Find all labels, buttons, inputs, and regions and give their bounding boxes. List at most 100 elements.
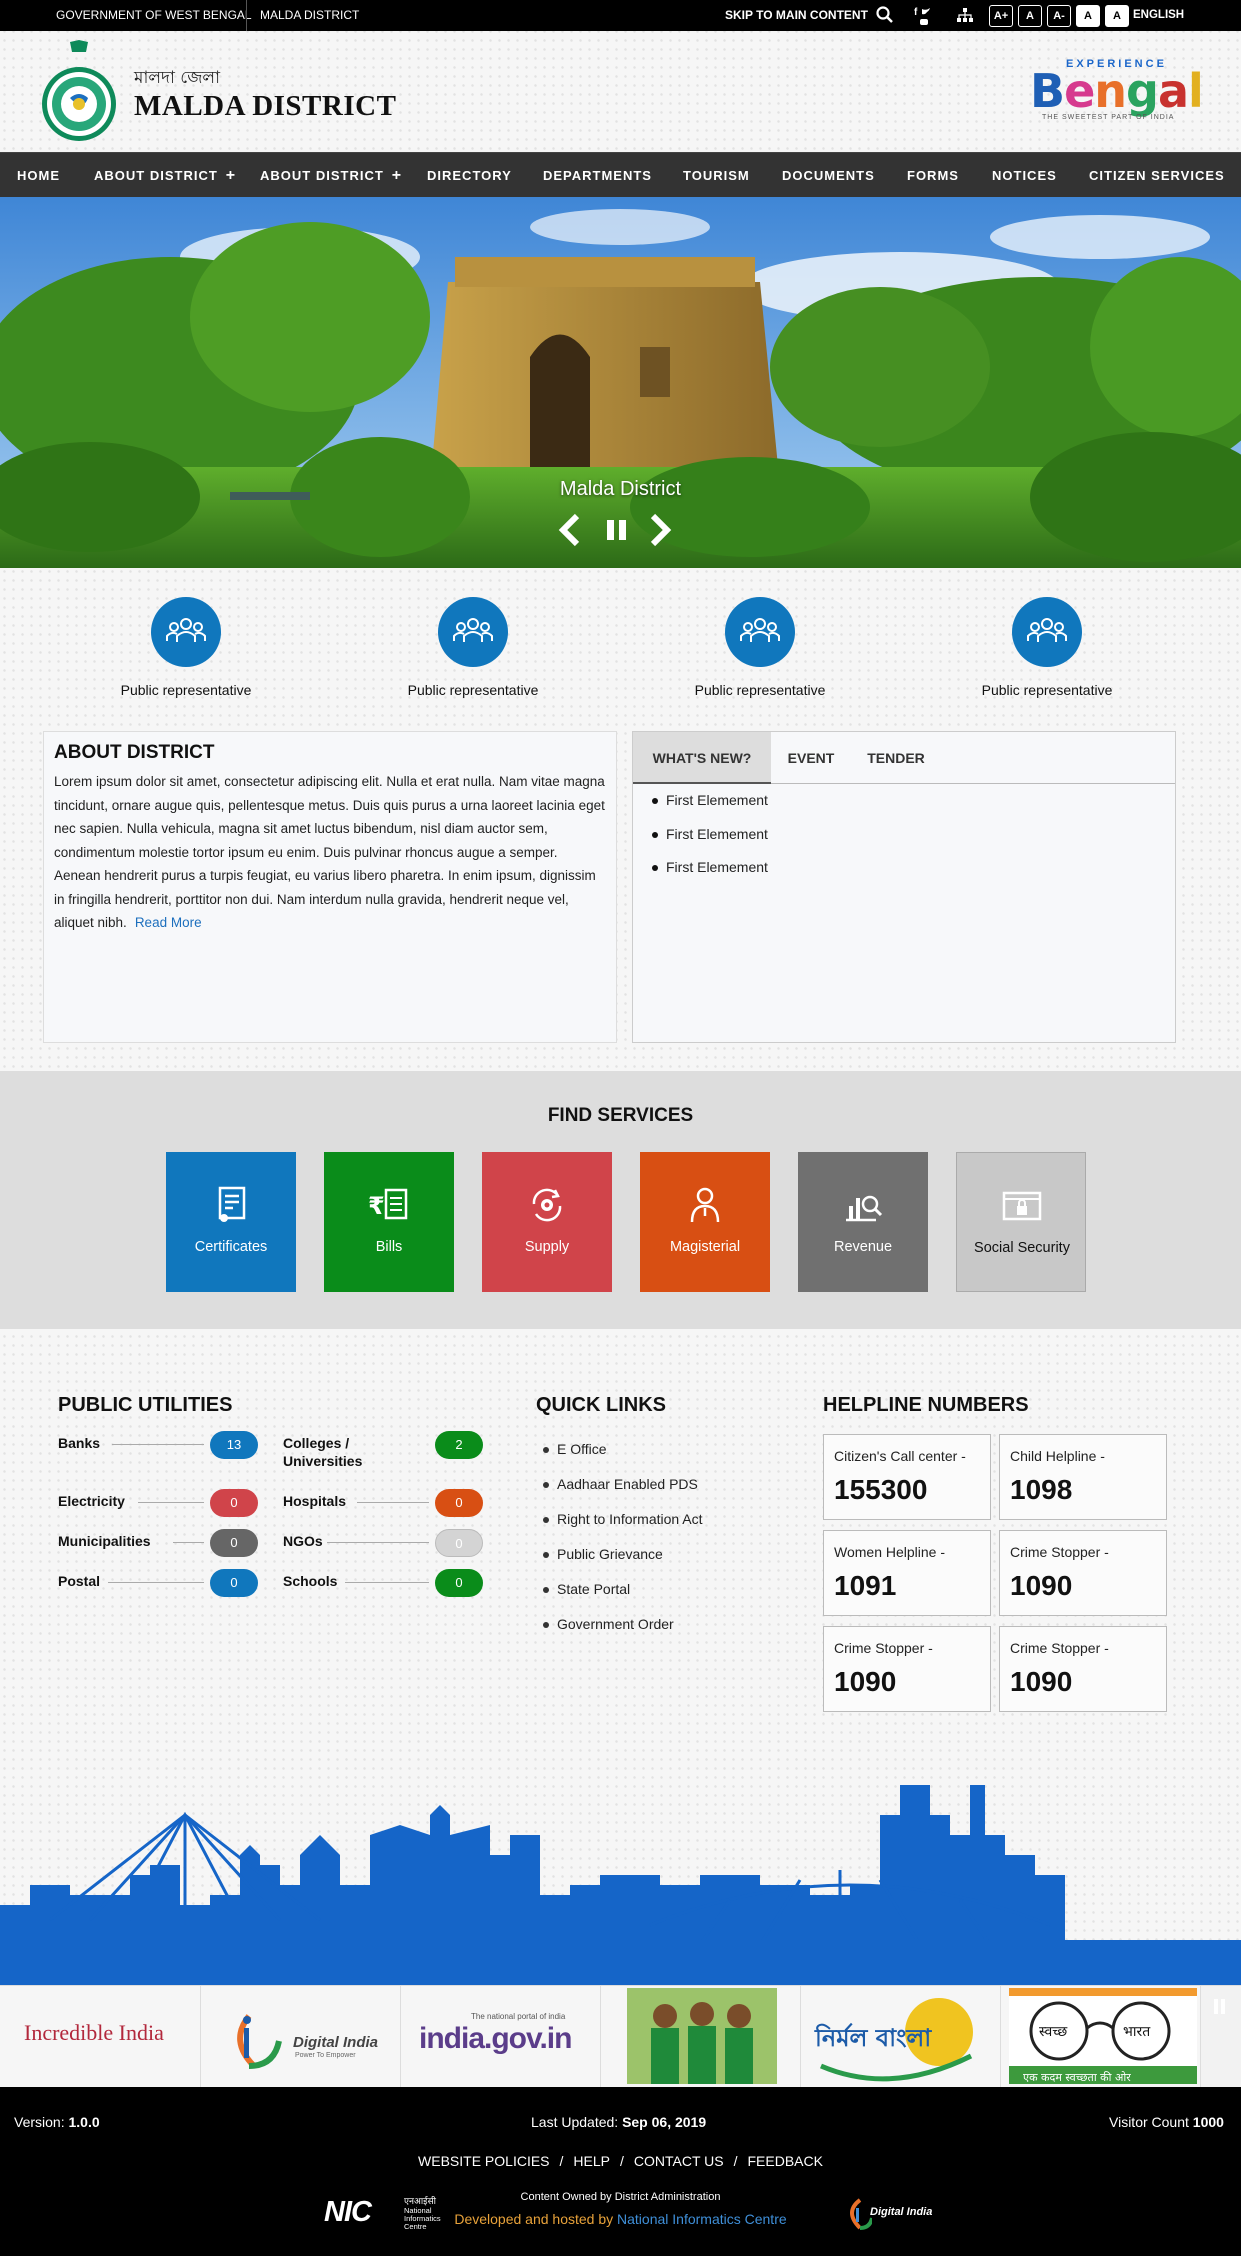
utility-row[interactable]: Colleges / Universities 2 [283,1431,483,1469]
service-magisterial[interactable]: Magisterial [640,1152,770,1292]
social-media-icon[interactable]: f [912,5,936,27]
nav-departments[interactable]: DEPARTMENTS [543,153,652,198]
news-panel: WHAT'S NEW? EVENT TENDER First Elemement… [632,731,1176,1043]
slider-next-icon[interactable] [645,512,675,548]
quick-link[interactable]: Right to Information Act [543,1511,703,1527]
footer-digital-india-logo[interactable]: Digital India [842,2194,934,2232]
nic-link[interactable]: National Informatics Centre [617,2211,787,2227]
quick-link[interactable]: Public Grievance [543,1546,663,1562]
logo-bengal-word: Bengal [1030,64,1204,118]
representative-card[interactable]: Public representative [660,597,860,698]
skip-to-content-link[interactable]: SKIP TO MAIN CONTENT [725,0,868,31]
slider-prev-icon[interactable] [555,512,585,548]
nic-logo[interactable]: NIC एनआईसी National Informatics Centre [324,2194,456,2232]
news-item[interactable]: First Elemement [652,859,768,893]
svg-text:₹: ₹ [368,1192,385,1220]
service-revenue[interactable]: Revenue [798,1152,928,1292]
font-increase-button[interactable]: A+ [989,5,1013,27]
quick-link[interactable]: Aadhaar Enabled PDS [543,1476,698,1492]
contrast-light-button[interactable]: A [1076,5,1100,27]
slider-pause-icon[interactable] [602,512,632,548]
about-title: ABOUT DISTRICT [54,742,215,763]
sitemap-icon[interactable] [956,7,974,26]
utility-row[interactable]: Electricity 0 [58,1489,258,1517]
representative-card[interactable]: Public representative [947,597,1147,698]
count-badge: 2 [435,1431,483,1459]
bengali-title: মালদা জেলা [134,68,221,88]
district-link[interactable]: MALDA DISTRICT [260,0,359,31]
services-title: FIND SERVICES [547,1105,694,1126]
nav-about-district[interactable]: ABOUT DISTRICT + [94,153,236,198]
nav-home[interactable]: HOME [17,153,60,198]
gov-link[interactable]: GOVERNMENT OF WEST BENGAL [56,0,252,31]
quick-link[interactable]: Government Order [543,1616,674,1632]
svg-text:f: f [914,7,918,18]
expand-plus-icon[interactable]: + [226,167,236,184]
representative-label: Public representative [407,682,539,698]
helpline-number[interactable]: 1090 [1010,1570,1072,1602]
helpline-number[interactable]: 1090 [1010,1666,1072,1698]
helpline-number[interactable]: 1098 [1010,1474,1072,1506]
search-icon[interactable] [876,6,894,27]
logos-pause-icon[interactable] [1213,1998,1227,2021]
nirmal-bangla-logo[interactable]: নির্মল বাংলা [801,1986,1001,2088]
utility-row[interactable]: Schools 0 [283,1569,483,1597]
nav-forms[interactable]: FORMS [907,153,959,198]
service-social-security[interactable]: Social Security [956,1152,1086,1292]
kanyashree-logo[interactable] [601,1986,801,2088]
nav-label: DEPARTMENTS [543,168,652,183]
utility-row[interactable]: Municipalities 0 [58,1529,258,1557]
language-selector[interactable]: ENGLISH [1133,0,1184,31]
experience-bengal-logo[interactable]: EXPERIENCE Bengal THE SWEETEST PART OF I… [1030,48,1205,133]
utility-row[interactable]: Banks 13 [58,1431,258,1459]
news-item-text: First Elemement [666,792,768,808]
expand-plus-icon[interactable]: + [392,167,402,184]
service-supply[interactable]: Supply [482,1152,612,1292]
bharat-text: भारत [1123,2024,1151,2040]
service-bills[interactable]: ₹ Bills [324,1152,454,1292]
font-normal-button[interactable]: A [1018,5,1042,27]
utility-name: Municipalities [58,1533,151,1549]
feedback-link[interactable]: FEEDBACK [747,2153,822,2169]
service-certificates[interactable]: Certificates [166,1152,296,1292]
help-link[interactable]: HELP [573,2153,610,2169]
news-item[interactable]: First Elemement [652,792,768,826]
nav-directory[interactable]: DIRECTORY [427,153,512,198]
helpline-label: Child Helpline - [1010,1448,1105,1464]
tab-tender[interactable]: TENDER [851,732,941,784]
nav-tourism[interactable]: TOURISM [683,153,750,198]
swachh-bharat-logo[interactable]: स्वच्छ भारत एक कदम स्वच्छता की ओर [1001,1986,1201,2088]
news-item[interactable]: First Elemement [652,826,768,860]
representative-card[interactable]: Public representative [86,597,286,698]
india-gov-logo[interactable]: The national portal of india india.gov.i… [401,1986,601,2088]
west-bengal-emblem-logo[interactable] [40,38,118,148]
quick-link[interactable]: State Portal [543,1581,630,1597]
swachh-tagline: एक कदम स्वच्छता की ओर [1023,2071,1131,2084]
helpline-number[interactable]: 1090 [834,1666,896,1698]
nav-notices[interactable]: NOTICES [992,153,1057,198]
divider [357,1502,429,1503]
helpline-card: Crime Stopper - 1090 [999,1530,1167,1616]
incredible-india-logo[interactable]: Incredible India [0,1986,201,2088]
digital-india-text: Digital India [293,2034,379,2051]
quick-link[interactable]: E Office [543,1441,607,1457]
helpline-number[interactable]: 155300 [834,1474,927,1506]
nav-documents[interactable]: DOCUMENTS [782,153,875,198]
digital-india-logo[interactable]: Digital India Power To Empower [201,1986,401,2088]
contact-us-link[interactable]: CONTACT US [634,2153,724,2169]
utility-row[interactable]: Hospitals 0 [283,1489,483,1517]
contrast-dark-button[interactable]: A [1105,5,1129,27]
count-badge: 13 [210,1431,258,1459]
nav-about-district-2[interactable]: ABOUT DISTRICT + [260,153,402,198]
representative-card[interactable]: Public representative [373,597,573,698]
digital-india-icon [850,2198,874,2230]
tab-event[interactable]: EVENT [771,732,851,784]
read-more-link[interactable]: Read More [135,915,202,930]
tab-whats-new[interactable]: WHAT'S NEW? [633,732,771,784]
utility-row[interactable]: Postal 0 [58,1569,258,1597]
nav-citizen-services[interactable]: CITIZEN SERVICES [1089,153,1225,198]
utility-row[interactable]: NGOs 0 [283,1529,483,1557]
website-policies-link[interactable]: WEBSITE POLICIES [418,2153,549,2169]
font-decrease-button[interactable]: A- [1047,5,1071,27]
helpline-number[interactable]: 1091 [834,1570,896,1602]
